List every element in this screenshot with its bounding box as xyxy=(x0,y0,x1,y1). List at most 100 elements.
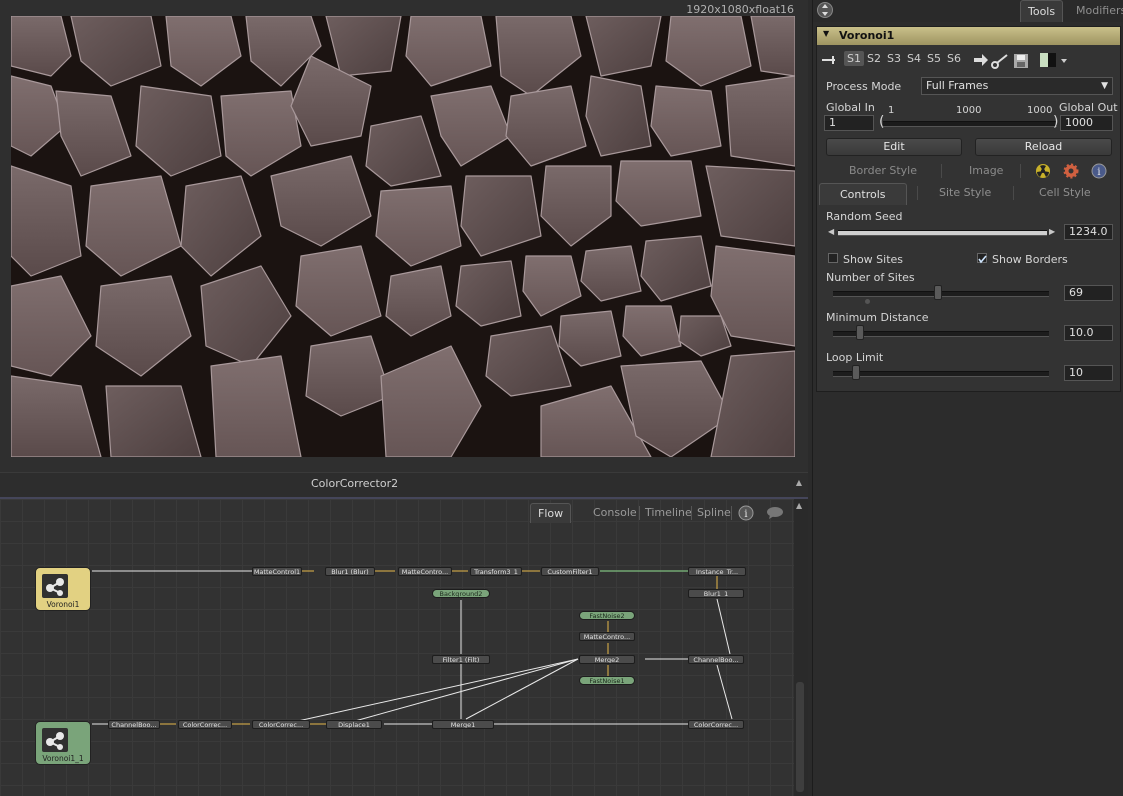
controls-tab-bar: Controls Site Style Cell Style xyxy=(819,183,1118,205)
seed-right-arrow-icon[interactable]: ▶ xyxy=(1049,227,1055,236)
node-label: Voronoi1 xyxy=(46,600,80,609)
flow-scrollbar[interactable]: ▲ xyxy=(794,499,808,796)
color-swatch-icon[interactable] xyxy=(1039,52,1069,73)
minimum-distance-thumb[interactable] xyxy=(855,325,864,340)
node-merge1[interactable]: Merge1 xyxy=(432,720,494,729)
tab-controls[interactable]: Controls xyxy=(819,183,907,205)
key-icon[interactable] xyxy=(991,53,1009,72)
edit-button[interactable]: Edit xyxy=(826,138,962,156)
tab-site-style[interactable]: Site Style xyxy=(939,186,991,199)
scroll-up-icon[interactable]: ▲ xyxy=(796,501,802,510)
node-colorcorrec-c[interactable]: ColorCorrec... xyxy=(688,720,744,729)
resolution-label: 1920x1080xfloat16 xyxy=(686,3,794,16)
tab-modifiers[interactable]: Modifiers xyxy=(1076,4,1123,17)
node-filter1[interactable]: Filter1 (Filt) xyxy=(432,655,490,664)
flow-connections xyxy=(92,570,733,725)
node-instance-tr[interactable]: Instance_Tr... xyxy=(688,567,746,576)
voronoi-stone-pattern xyxy=(11,16,795,457)
node-label: Voronoi1_1 xyxy=(42,754,84,763)
scroll-thumb[interactable] xyxy=(796,682,804,792)
node-voronoi1[interactable]: Voronoi1 xyxy=(35,567,91,611)
voronoi-node-icon xyxy=(42,574,68,598)
node-voronoi1-1[interactable]: Voronoi1_1 xyxy=(35,721,91,765)
node-channelboo-a[interactable]: ChannelBoo... xyxy=(688,655,744,664)
tool-name: Voronoi1 xyxy=(839,29,895,42)
number-of-sites-field[interactable]: 69 xyxy=(1064,285,1113,301)
process-mode-value: Full Frames xyxy=(926,79,989,92)
global-in-label: Global In xyxy=(826,101,875,114)
global-in-field[interactable]: 1 xyxy=(824,115,874,131)
minimum-distance-slider[interactable] xyxy=(833,331,1049,337)
tab-tools[interactable]: Tools xyxy=(1020,0,1064,22)
random-seed-field[interactable]: 1234.0 xyxy=(1064,224,1113,240)
flow-editor[interactable]: Flow Console Timeline Spline i Voronoi1 … xyxy=(0,499,808,796)
svg-text:i: i xyxy=(1097,167,1100,178)
reload-button[interactable]: Reload xyxy=(975,138,1112,156)
voronoi-render-image[interactable] xyxy=(11,16,795,457)
node-colorcorrec-a[interactable]: ColorCorrec... xyxy=(178,720,232,729)
arrow-right-icon[interactable] xyxy=(973,53,989,70)
tool-header[interactable]: ▼ Voronoi1 xyxy=(817,27,1120,45)
range-handle-left[interactable]: ( xyxy=(879,114,884,130)
show-sites-label: Show Sites xyxy=(843,253,904,266)
info-icon[interactable]: i xyxy=(1091,163,1107,182)
scene-s3-button[interactable]: S3 xyxy=(887,52,901,65)
gear-icon[interactable] xyxy=(1063,163,1079,182)
minimum-distance-field[interactable]: 10.0 xyxy=(1064,325,1113,341)
node-fastnoise1[interactable]: FastNoise1 xyxy=(579,676,635,685)
dropdown-arrow-icon: ▼ xyxy=(1101,81,1108,91)
range-mid-label: 1000 xyxy=(956,105,982,116)
node-mattecontrol-a[interactable]: MatteContro... xyxy=(398,567,452,576)
default-marker-icon xyxy=(865,299,870,304)
process-mode-select[interactable]: Full Frames ▼ xyxy=(921,77,1113,95)
expand-up-icon[interactable]: ▲ xyxy=(796,478,802,487)
global-out-field[interactable]: 1000 xyxy=(1060,115,1113,131)
pin-icon[interactable] xyxy=(821,54,837,69)
minimum-distance-label: Minimum Distance xyxy=(826,311,929,324)
node-blur1[interactable]: Blur1 (Blur) xyxy=(325,567,375,576)
scene-s4-button[interactable]: S4 xyxy=(907,52,921,65)
scene-s1-button[interactable]: S1 xyxy=(844,51,864,66)
node-fastnoise2[interactable]: FastNoise2 xyxy=(579,611,635,620)
radioactive-icon[interactable] xyxy=(1035,163,1051,182)
node-mattecontrol-b[interactable]: MatteContro... xyxy=(579,632,635,641)
tool-controls-panel: ▼ Voronoi1 S1 S2 S3 S4 S5 S6 Process Mod… xyxy=(816,26,1121,392)
loop-limit-label: Loop Limit xyxy=(826,351,884,364)
loop-limit-thumb[interactable] xyxy=(851,365,860,380)
tab-image[interactable]: Image xyxy=(969,164,1003,177)
node-colorcorrec-b[interactable]: ColorCorrec... xyxy=(252,720,310,729)
collapse-triangle-icon[interactable]: ▼ xyxy=(823,29,829,38)
scroll-arrows-icon[interactable] xyxy=(817,1,833,22)
scene-s6-button[interactable]: S6 xyxy=(947,52,961,65)
inspector-tab-bar: Tools Modifiers xyxy=(813,0,1123,22)
number-of-sites-thumb[interactable] xyxy=(933,285,942,300)
tab-divider xyxy=(917,186,918,200)
random-seed-label: Random Seed xyxy=(826,210,903,223)
node-transform3-1[interactable]: Transform3_1 xyxy=(470,567,522,576)
tab-divider xyxy=(1020,164,1021,178)
node-merge2[interactable]: Merge2 xyxy=(579,655,635,664)
random-seed-slider[interactable] xyxy=(838,230,1047,236)
node-background2[interactable]: Background2 xyxy=(432,589,490,598)
node-channelboo-b[interactable]: ChannelBoo... xyxy=(108,720,160,729)
scene-toolbar: S1 S2 S3 S4 S5 S6 xyxy=(817,51,1120,73)
show-sites-checkbox[interactable] xyxy=(828,253,838,263)
node-customfilter1[interactable]: CustomFilter1 xyxy=(541,567,599,576)
loop-limit-field[interactable]: 10 xyxy=(1064,365,1113,381)
scene-s5-button[interactable]: S5 xyxy=(927,52,941,65)
seed-left-arrow-icon[interactable]: ◀ xyxy=(828,227,834,236)
tab-cell-style[interactable]: Cell Style xyxy=(1039,186,1091,199)
node-displace1[interactable]: Displace1 xyxy=(326,720,382,729)
range-handle-right[interactable]: ) xyxy=(1053,114,1058,130)
node-blur1-1[interactable]: Blur1_1 xyxy=(688,589,744,598)
node-mattecontrol1[interactable]: MatteControl1 xyxy=(252,567,302,576)
range-start-label: 1 xyxy=(888,105,895,116)
save-icon[interactable] xyxy=(1013,53,1029,72)
scene-s2-button[interactable]: S2 xyxy=(867,52,881,65)
loop-limit-slider[interactable] xyxy=(833,371,1049,377)
tab-divider xyxy=(941,164,942,178)
show-borders-checkbox[interactable] xyxy=(977,253,987,264)
tab-border-style[interactable]: Border Style xyxy=(849,164,917,177)
tab-divider xyxy=(1013,186,1014,200)
global-range-slider[interactable] xyxy=(883,121,1057,127)
